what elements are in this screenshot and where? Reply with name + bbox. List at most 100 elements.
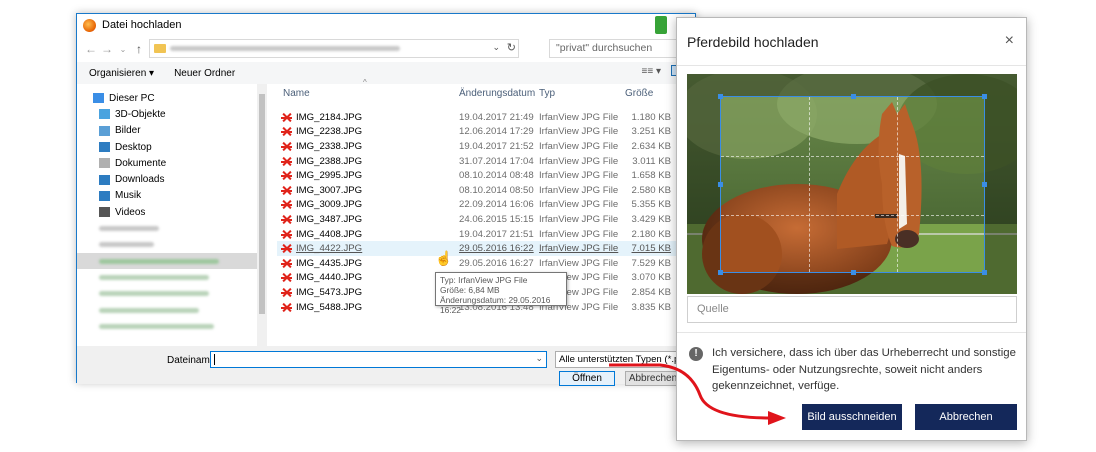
forward-arrow-icon[interactable]: →: [99, 42, 115, 56]
nav-item-blurred[interactable]: [77, 237, 267, 253]
close-icon[interactable]: ×: [1005, 32, 1014, 50]
file-date: 19.04.2017 21:52: [459, 140, 534, 152]
file-row[interactable]: IMG_3487.JPG 24.06.2015 15:15 IrfanView JP…: [277, 212, 697, 227]
crop-handle[interactable]: [982, 270, 987, 275]
nav-item-blurred[interactable]: [77, 286, 267, 302]
crop-handle[interactable]: [718, 94, 723, 99]
nav-item[interactable]: Dieser PC: [77, 90, 267, 106]
nav-item-blurred[interactable]: [77, 269, 267, 285]
nav-item[interactable]: 3D-Objekte: [77, 106, 267, 122]
file-row[interactable]: IMG_2184.JPG 19.04.2017 21:49 IrfanView JP…: [277, 110, 697, 125]
filename-input[interactable]: ⌄: [210, 351, 547, 368]
crop-handle[interactable]: [851, 270, 856, 275]
column-header-size[interactable]: Größe: [625, 84, 653, 102]
nav-item-label: Videos: [115, 206, 146, 218]
file-row[interactable]: IMG_2238.JPG 12.06.2014 17:29 IrfanView JP…: [277, 125, 697, 140]
file-type: IrfanView JPG File: [539, 184, 619, 196]
path-breadcrumb[interactable]: ⌄ ↻: [149, 39, 519, 58]
dialog-footer: Dateiname: ⌄ Alle unterstützten Typen (*…: [77, 346, 697, 386]
path-dropdown-icon[interactable]: ⌄: [492, 42, 500, 53]
crop-handle[interactable]: [851, 94, 856, 99]
back-arrow-icon[interactable]: ←: [83, 42, 99, 56]
file-date: 19.04.2017 21:49: [459, 111, 534, 123]
crop-handle[interactable]: [718, 182, 723, 187]
column-header-type[interactable]: Typ: [539, 84, 555, 102]
nav-item[interactable]: Downloads: [77, 171, 267, 187]
dialog-cancel-button[interactable]: Abbrechen: [625, 371, 681, 386]
file-row[interactable]: IMG_4408.JPG 19.04.2017 21:51 IrfanView JP…: [277, 227, 697, 242]
app-badge-icon: [655, 16, 667, 34]
view-options-icon[interactable]: ≡≡ ▾: [642, 66, 661, 77]
horse-image-cropper[interactable]: [687, 74, 1017, 294]
up-arrow-icon[interactable]: ↑: [131, 42, 147, 56]
nav-item-blurred[interactable]: [77, 220, 267, 236]
irfanview-file-icon: [281, 302, 292, 313]
organize-menu[interactable]: Organisieren ▾: [89, 68, 154, 79]
crop-frame[interactable]: [718, 94, 987, 275]
source-input[interactable]: Quelle: [687, 296, 1017, 323]
nav-item[interactable]: Musik: [77, 188, 267, 204]
nav-item-blurred[interactable]: [77, 318, 267, 334]
nav-item-blurred-selected[interactable]: [77, 252, 267, 270]
crop-handle[interactable]: [982, 94, 987, 99]
nav-item-label: Bilder: [115, 125, 141, 137]
file-name-cell: IMG_4422.JPG: [281, 243, 362, 254]
file-row[interactable]: IMG_2995.JPG 08.10.2014 08:48 IrfanView JP…: [277, 168, 697, 183]
nav-item[interactable]: Desktop: [77, 139, 267, 155]
nav-item-icon: [99, 190, 110, 201]
file-name-cell: IMG_3487.JPG: [281, 214, 362, 225]
info-icon: !: [689, 347, 703, 361]
file-type: IrfanView JPG File: [539, 199, 619, 211]
irfanview-file-icon: [281, 141, 292, 152]
new-folder-button[interactable]: Neuer Ordner: [174, 68, 235, 79]
nav-item-label: Downloads: [115, 174, 165, 186]
file-name: IMG_5488.JPG: [296, 301, 363, 313]
nav-item-icon: [99, 109, 110, 120]
address-bar-row: ← → ⌄ ↑ ⌄ ↻ "privat" durchsuchen: [77, 36, 697, 62]
nav-item-blurred[interactable]: [77, 302, 267, 318]
divider: [677, 332, 1026, 333]
nav-item-label: Dieser PC: [109, 92, 155, 104]
column-header-date[interactable]: Änderungsdatum: [459, 84, 535, 102]
crop-image-button[interactable]: Bild ausschneiden: [802, 404, 902, 430]
crop-handle[interactable]: [718, 270, 723, 275]
chevron-down-icon[interactable]: ⌄: [115, 45, 131, 54]
file-type: IrfanView JPG File: [539, 243, 619, 255]
irfanview-file-icon: [281, 272, 292, 283]
column-header-name[interactable]: Name: [283, 84, 310, 102]
file-size: 3.070 KB: [631, 272, 671, 284]
modal-cancel-button[interactable]: Abbrechen: [915, 404, 1017, 430]
crop-handle[interactable]: [982, 182, 987, 187]
file-name: IMG_3009.JPG: [296, 199, 363, 211]
file-date: 22.09.2014 16:06: [459, 199, 534, 211]
file-date: 31.07.2014 17:04: [459, 155, 534, 167]
refresh-icon[interactable]: ↻: [507, 41, 516, 54]
open-button[interactable]: Öffnen: [559, 371, 615, 386]
file-date: 08.10.2014 08:48: [459, 170, 534, 182]
file-name: IMG_4440.JPG: [296, 272, 363, 284]
file-size: 3.835 KB: [631, 301, 671, 313]
file-date: 19.04.2017 21:51: [459, 228, 534, 240]
search-input[interactable]: "privat" durchsuchen: [549, 39, 697, 58]
file-size: 7.529 KB: [631, 257, 671, 269]
navigation-pane: Dieser PC 3D-Objekte Bilder Desktop Dokument…: [77, 84, 267, 346]
nav-item[interactable]: Bilder: [77, 123, 267, 139]
dialog-toolbar: Organisieren ▾ Neuer Ordner ≡≡ ▾: [77, 62, 695, 84]
file-row[interactable]: IMG_2338.JPG 19.04.2017 21:52 IrfanView JP…: [277, 139, 697, 154]
nav-item[interactable]: Dokumente: [77, 155, 267, 171]
file-row[interactable]: IMG_3009.JPG 22.09.2014 16:06 IrfanView JP…: [277, 198, 697, 213]
file-name-cell: IMG_4408.JPG: [281, 229, 362, 240]
file-row[interactable]: IMG_3007.JPG 08.10.2014 08:50 IrfanView JP…: [277, 183, 697, 198]
file-row[interactable]: IMG_4422.JPG 29.05.2016 16:22 IrfanView JP…: [277, 241, 697, 256]
file-date: 29.05.2016 16:22: [459, 243, 534, 255]
file-size: 2.580 KB: [631, 184, 671, 196]
file-row[interactable]: IMG_2388.JPG 31.07.2014 17:04 IrfanView JP…: [277, 154, 697, 169]
nav-scrollbar[interactable]: [257, 84, 267, 346]
nav-item[interactable]: Videos: [77, 204, 267, 220]
tooltip-date: Änderungsdatum: 29.05.2016 16:22: [440, 295, 551, 315]
filename-dropdown-icon[interactable]: ⌄: [535, 353, 543, 364]
file-size: 2.180 KB: [631, 228, 671, 240]
modal-title: Pferdebild hochladen: [687, 34, 819, 50]
file-name-cell: IMG_2238.JPG: [281, 126, 362, 137]
file-row[interactable]: IMG_4435.JPG 29.05.2016 16:27 IrfanView JP…: [277, 256, 697, 271]
